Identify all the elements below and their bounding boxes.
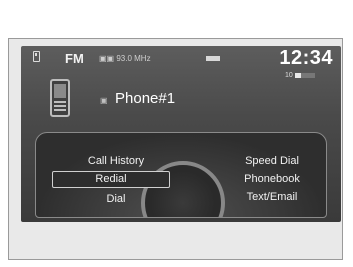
signal-strength-indicator: 10 xyxy=(285,72,315,79)
band-label: FM xyxy=(65,51,84,66)
signal-strength-value: 10 xyxy=(285,72,293,79)
battery-icon xyxy=(196,54,226,63)
phone-name: Phone#1 xyxy=(115,90,176,107)
menu-item-call-history[interactable]: Call History xyxy=(61,155,171,167)
menu-item-speed-dial[interactable]: Speed Dial xyxy=(217,155,326,167)
phone-screen: FM ▣▣ 93.0 MHz 12:34 10 ▣ Phone#1 Call H… xyxy=(21,46,341,222)
selector-knob xyxy=(141,161,225,217)
clock: 12:34 xyxy=(279,47,333,69)
phone-icon xyxy=(50,79,70,117)
phone-status-icon xyxy=(33,51,40,62)
menu-item-text-email[interactable]: Text/Email xyxy=(217,191,326,203)
menu-item-phonebook[interactable]: Phonebook xyxy=(217,173,326,185)
phone-menu: Call History Redial Dial Speed Dial Phon… xyxy=(35,132,327,218)
station-readout: ▣▣ 93.0 MHz xyxy=(99,54,151,63)
bluetooth-icon: ▣ xyxy=(100,96,108,105)
menu-item-dial[interactable]: Dial xyxy=(61,193,171,205)
menu-item-redial[interactable]: Redial xyxy=(52,171,170,188)
